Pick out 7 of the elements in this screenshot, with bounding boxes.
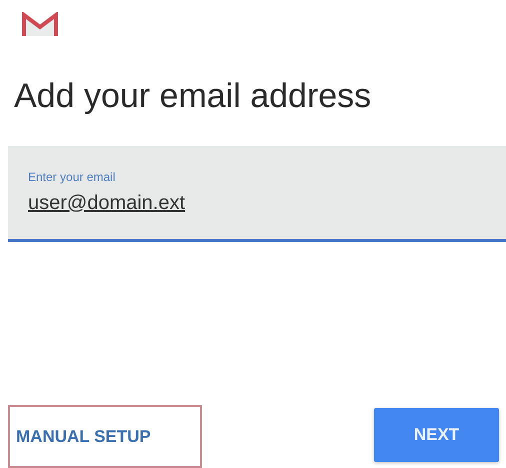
field-label: Enter your email bbox=[28, 170, 116, 184]
email-field[interactable]: Enter your email user@domain.ext bbox=[8, 146, 506, 242]
field-value: user@domain.ext bbox=[28, 192, 186, 215]
page-title: Add your email address bbox=[14, 76, 372, 116]
mail-logo-icon bbox=[22, 12, 58, 38]
next-button[interactable]: NEXT bbox=[374, 408, 499, 462]
manual-setup-button[interactable]: MANUAL SETUP bbox=[8, 405, 202, 468]
